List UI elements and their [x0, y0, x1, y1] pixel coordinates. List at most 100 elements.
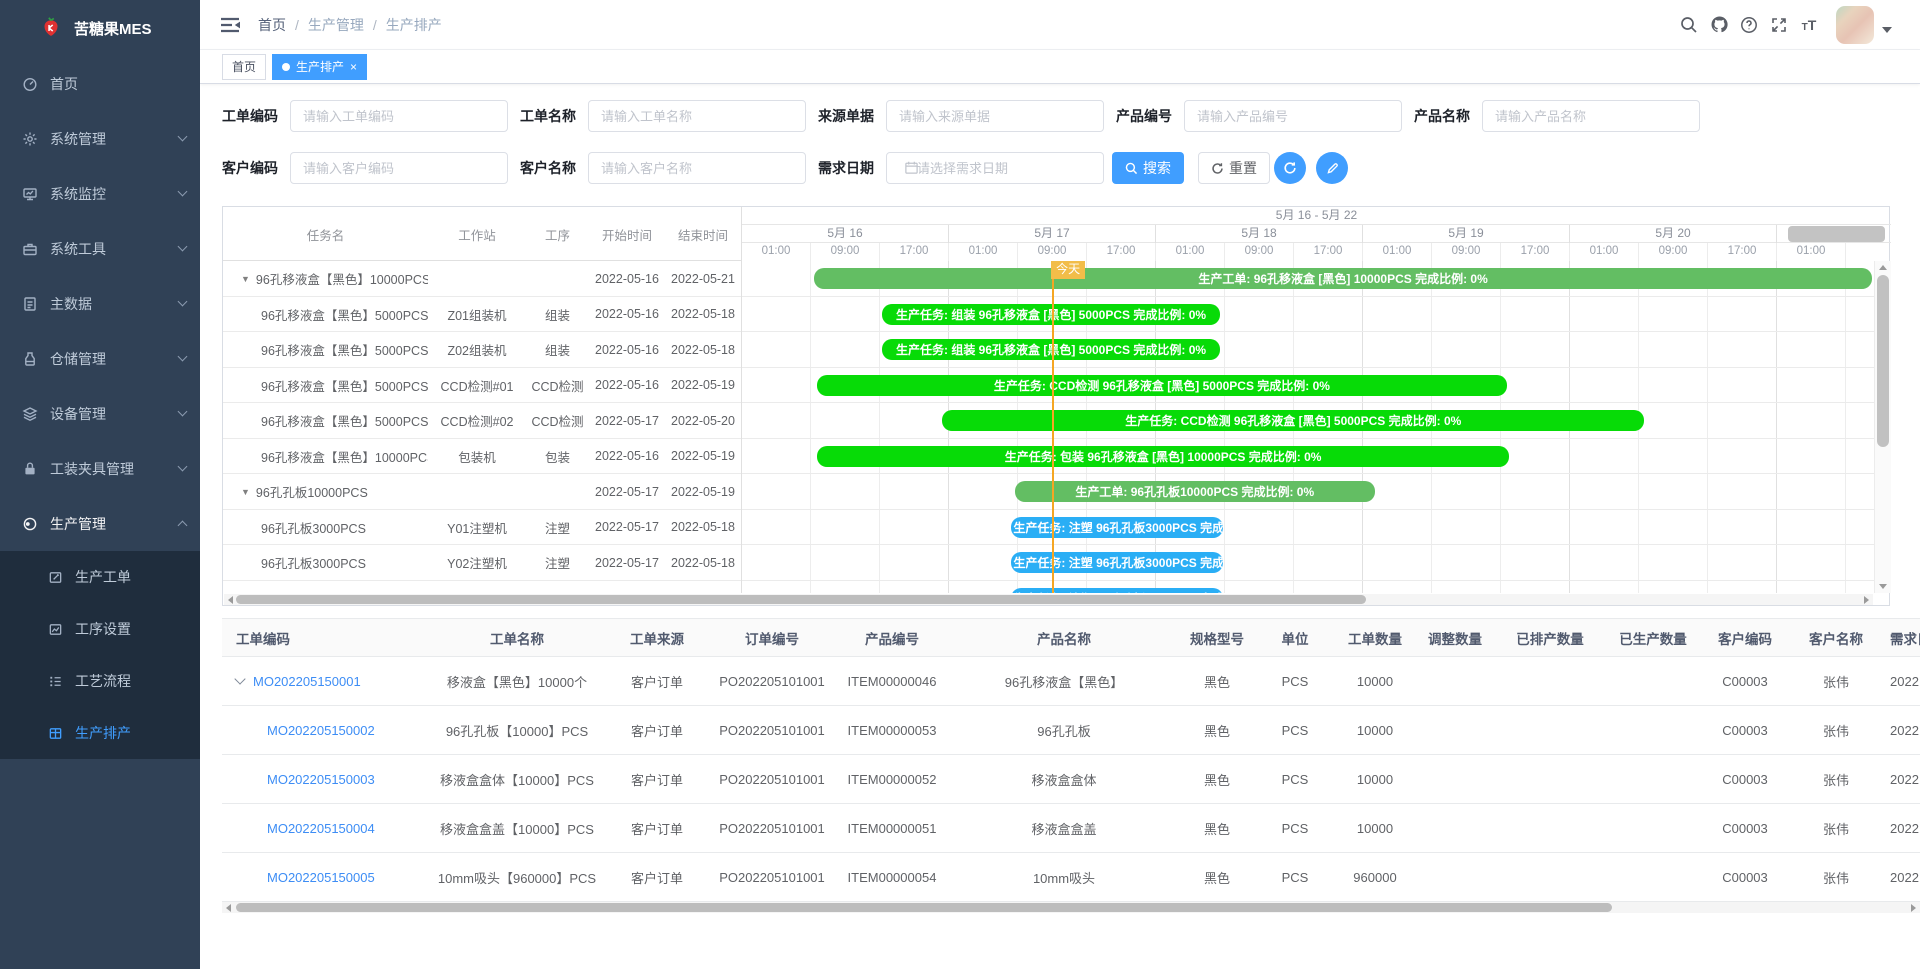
gantt-task-row[interactable]: ▼96孔孔板10000PCS 2022-05-17 2022-05-19 — [223, 474, 741, 510]
task-station: Z02组装机 — [428, 332, 526, 368]
table-hscroll-thumb[interactable] — [236, 903, 1612, 912]
gantt-bar-task[interactable]: 生产任务: 组装 96孔移液盒 [黑色] 5000PCS 完成比例: 0% — [882, 339, 1219, 360]
workorder-link[interactable]: MO202205150004 — [236, 821, 375, 836]
table-row[interactable]: MO202205150005 10mm吸头【960000】PCS客户订单 PO2… — [222, 853, 1920, 902]
gantt-task-row[interactable]: 96孔移液盒【黑色】5000PCS Z02组装机 组装 2022-05-16 2… — [223, 332, 741, 368]
task-end: 2022-05-20 — [665, 403, 741, 439]
sidebar-item-warehouse[interactable]: 仓储管理 — [0, 331, 200, 386]
gantt-hscroll-thumb[interactable] — [236, 595, 1366, 604]
sidebar-item-fixtures[interactable]: 工装夹具管理 — [0, 441, 200, 496]
tab-production-scheduling[interactable]: 生产排产 × — [272, 54, 367, 80]
production-icon — [22, 516, 38, 532]
sidebar-item-process-settings[interactable]: 工序设置 — [0, 603, 200, 655]
workorder-code-input[interactable] — [290, 100, 508, 132]
scroll-right-icon[interactable] — [1911, 904, 1916, 912]
expand-triangle-icon[interactable]: ▼ — [241, 274, 250, 284]
workorder-link[interactable]: MO202205150003 — [236, 772, 375, 787]
sidebar-item-system-monitor[interactable]: 系统监控 — [0, 166, 200, 221]
table-row[interactable]: MO202205150003 移液盒盒体【10000】PCS客户订单 PO202… — [222, 755, 1920, 804]
filter-product-name: 产品名称 — [1414, 100, 1700, 132]
task-name: 96孔移液盒【黑色】5000PCS — [261, 340, 428, 359]
gantt-task-row[interactable]: ▼96孔移液盒【黑色】10000PCS 2022-05-16 2022-05-2… — [223, 261, 741, 297]
gantt-col-task: 任务名 — [223, 207, 428, 261]
tab-label: 首页 — [232, 58, 256, 75]
scroll-right-icon[interactable] — [1864, 596, 1869, 604]
avatar[interactable] — [1836, 6, 1874, 44]
task-start: 2022-05-16 — [589, 261, 665, 297]
product-code-input[interactable] — [1184, 100, 1402, 132]
scroll-down-icon[interactable] — [1879, 584, 1887, 589]
sidebar-item-equipment[interactable]: 设备管理 — [0, 386, 200, 441]
scroll-left-icon[interactable] — [228, 596, 233, 604]
gantt-bar-task[interactable]: 生产任务: CCD检测 96孔移液盒 [黑色] 5000PCS 完成比例: 0% — [942, 410, 1644, 431]
github-icon[interactable] — [1704, 10, 1734, 40]
gantt-task-row[interactable]: 96孔孔板3000PCS Y03注塑机 注塑 2022-05-17 2022-0… — [223, 581, 741, 594]
workorder-name-input[interactable] — [588, 100, 806, 132]
breadcrumb-home[interactable]: 首页 — [258, 15, 286, 35]
gantt-task-row[interactable]: 96孔孔板3000PCS Y01注塑机 注塑 2022-05-17 2022-0… — [223, 510, 741, 546]
scroll-left-icon[interactable] — [226, 904, 231, 912]
row-expand-icon[interactable] — [234, 673, 245, 684]
gantt-bar-task[interactable]: 生产任务: 组装 96孔移液盒 [黑色] 5000PCS 完成比例: 0% — [882, 304, 1219, 325]
brand[interactable]: 苦糖果MES — [0, 0, 200, 56]
table-row[interactable]: MO202205150002 96孔孔板【10000】PCS客户订单 PO202… — [222, 706, 1920, 755]
gantt-bar-row: 生产任务: 组装 96孔移液盒 [黑色] 5000PCS 完成比例: 0% — [742, 297, 1874, 333]
product-name-input[interactable] — [1482, 100, 1700, 132]
workorder-link[interactable]: MO202205150005 — [236, 870, 375, 885]
table-horizontal-scrollbar[interactable] — [222, 902, 1920, 913]
refresh-circle-button[interactable] — [1274, 152, 1306, 184]
col-product-name: 产品名称 — [956, 619, 1172, 657]
font-size-icon[interactable]: TT — [1794, 17, 1824, 33]
sidebar-collapse-icon[interactable] — [220, 17, 240, 33]
gantt-task-row[interactable]: 96孔移液盒【黑色】10000PCS 包装机 包装 2022-05-16 202… — [223, 439, 741, 475]
tab-home[interactable]: 首页 — [222, 54, 266, 80]
expand-triangle-icon[interactable]: ▼ — [241, 487, 250, 497]
gantt-vertical-scrollbar[interactable] — [1874, 261, 1891, 593]
gantt-task-row[interactable]: 96孔移液盒【黑色】5000PCS Z01组装机 组装 2022-05-16 2… — [223, 297, 741, 333]
breadcrumb-production[interactable]: 生产管理 — [308, 15, 364, 35]
sidebar-item-production-workorder[interactable]: 生产工单 — [0, 551, 200, 603]
gantt-vscroll-thumb[interactable] — [1877, 275, 1889, 447]
sidebar-item-process-flow[interactable]: 工艺流程 — [0, 655, 200, 707]
sidebar-item-master-data[interactable]: 主数据 — [0, 276, 200, 331]
gantt-task-row[interactable]: 96孔移液盒【黑色】5000PCS CCD检测#01 CCD检测 2022-05… — [223, 368, 741, 404]
source-doc-input[interactable] — [886, 100, 1104, 132]
gantt-task-row[interactable]: 96孔孔板3000PCS Y02注塑机 注塑 2022-05-17 2022-0… — [223, 545, 741, 581]
task-name: 96孔孔板10000PCS — [256, 482, 368, 501]
workorder-link[interactable]: MO202205150002 — [236, 723, 375, 738]
sidebar-item-production-scheduling[interactable]: 生产排产 — [0, 707, 200, 759]
gantt-task-row[interactable]: 96孔移液盒【黑色】5000PCS CCD检测#02 CCD检测 2022-05… — [223, 403, 741, 439]
search-icon[interactable] — [1674, 10, 1704, 40]
close-icon[interactable]: × — [350, 61, 357, 73]
search-button[interactable]: 搜索 — [1112, 152, 1184, 184]
table-row[interactable]: MO202205150004 移液盒盒盖【10000】PCS客户订单 PO202… — [222, 804, 1920, 853]
help-icon[interactable] — [1734, 10, 1764, 40]
fullscreen-icon[interactable] — [1764, 10, 1794, 40]
table-row[interactable]: MO202205150001 移液盒【黑色】10000个客户订单 PO20220… — [222, 657, 1920, 706]
gantt-bar-workorder[interactable]: 生产工单: 96孔孔板10000PCS 完成比例: 0% — [1015, 481, 1375, 502]
reset-button[interactable]: 重置 — [1198, 152, 1270, 184]
sidebar-item-home[interactable]: 首页 — [0, 56, 200, 111]
gantt-bar-task-selected[interactable]: 生产任务: 注塑 96孔孔板3000PCS 完成比例: 0% — [1011, 552, 1223, 573]
gantt-horizontal-scrollbar[interactable] — [224, 594, 1873, 605]
scroll-up-icon[interactable] — [1879, 265, 1887, 270]
gantt-bar-workorder[interactable]: 生产工单: 96孔移液盒 [黑色] 10000PCS 完成比例: 0% — [814, 268, 1871, 289]
sidebar-item-label: 生产工单 — [75, 567, 131, 587]
avatar-caret-icon[interactable] — [1882, 27, 1892, 33]
edit-circle-button[interactable] — [1316, 152, 1348, 184]
sidebar-item-system-admin[interactable]: 系统管理 — [0, 111, 200, 166]
gantt-bar-task[interactable]: 生产任务: 包装 96孔移液盒 [黑色] 10000PCS 完成比例: 0% — [817, 446, 1510, 467]
sidebar-item-system-tools[interactable]: 系统工具 — [0, 221, 200, 276]
sidebar-item-production[interactable]: 生产管理 — [0, 496, 200, 551]
refresh-icon — [1211, 162, 1224, 175]
gantt-header-scroll-thumb[interactable] — [1788, 226, 1885, 242]
chevron-down-icon — [178, 242, 188, 252]
workorder-link[interactable]: MO202205150001 — [253, 674, 361, 689]
col-workorder-name: 工单名称 — [436, 619, 598, 657]
customer-name-input[interactable] — [588, 152, 806, 184]
gantt-bar-task[interactable]: 生产任务: CCD检测 96孔移液盒 [黑色] 5000PCS 完成比例: 0% — [817, 375, 1508, 396]
gantt-bar-task-selected[interactable]: 生产任务: 注塑 96孔孔板3000PCS 完成比例: 0% — [1011, 517, 1223, 538]
customer-code-input[interactable] — [290, 152, 508, 184]
gantt-bar-task-selected[interactable]: 生产任务: 注塑 96孔孔板3000PCS 完成比例: 0% — [1011, 588, 1223, 594]
chevron-down-icon — [178, 187, 188, 197]
